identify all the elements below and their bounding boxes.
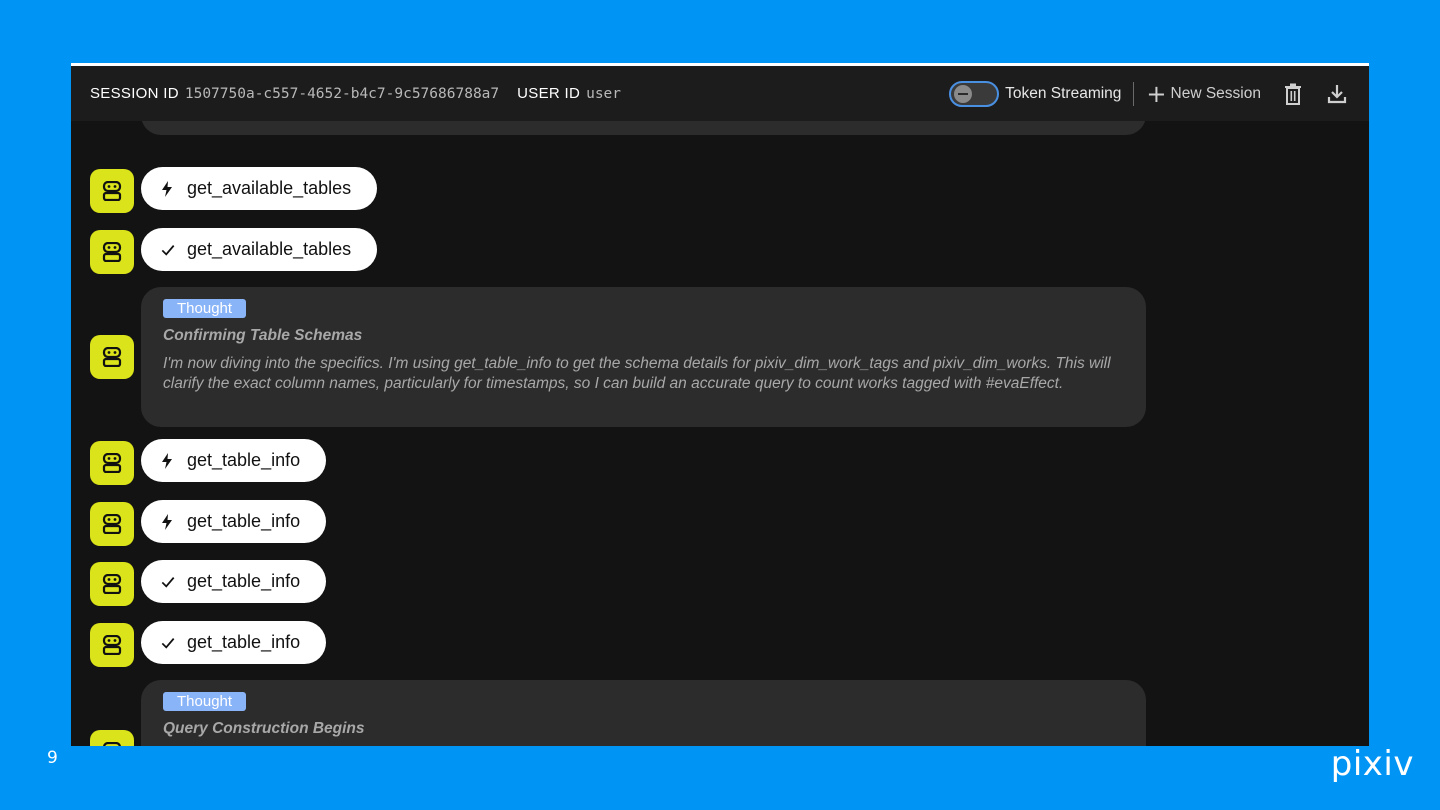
- download-icon: [1327, 84, 1347, 103]
- user-id-label: USER ID: [517, 85, 581, 102]
- bolt-icon: [161, 513, 175, 530]
- thought-body: I'm now diving into the specifics. I'm u…: [163, 355, 1111, 392]
- agent-avatar: [90, 562, 134, 606]
- bolt-icon: [161, 180, 175, 197]
- thought-title: Confirming Table Schemas: [163, 327, 363, 344]
- top-bar: SESSION ID 1507750a-c557-4652-b4c7-9c576…: [71, 66, 1369, 121]
- bolt-icon: [161, 452, 175, 469]
- agent-avatar: [90, 730, 134, 746]
- tool-call-pill[interactable]: get_available_tables: [141, 167, 378, 210]
- tool-name: get_table_info: [187, 450, 301, 470]
- slide-number: 9: [47, 748, 58, 768]
- previous-message-card: [141, 121, 1146, 135]
- robot-icon: [102, 635, 122, 655]
- token-streaming-toggle[interactable]: [949, 80, 1000, 107]
- tool-result-pill[interactable]: get_available_tables: [141, 228, 378, 271]
- tool-name: get_available_tables: [187, 239, 352, 259]
- delete-session-button[interactable]: [1281, 82, 1305, 106]
- top-bar-actions: Token Streaming + New Session: [949, 66, 1349, 121]
- tool-name: get_table_info: [187, 632, 301, 652]
- toggle-knob: [954, 84, 973, 103]
- check-icon: [161, 242, 175, 258]
- tool-result-pill[interactable]: get_table_info: [141, 560, 327, 603]
- download-button[interactable]: [1325, 82, 1349, 106]
- session-id-label: SESSION ID: [90, 85, 179, 102]
- tool-name: get_table_info: [187, 571, 301, 591]
- thought-badge: Thought: [163, 692, 247, 711]
- agent-chat-window: SESSION ID 1507750a-c557-4652-b4c7-9c576…: [71, 63, 1369, 746]
- thought-card: Thought Query Construction Begins: [141, 680, 1146, 746]
- robot-icon: [102, 181, 122, 201]
- check-icon: [161, 574, 175, 590]
- tool-call-pill[interactable]: get_table_info: [141, 439, 327, 482]
- robot-icon: [102, 453, 122, 473]
- robot-icon: [102, 347, 122, 367]
- trash-icon: [1285, 83, 1301, 105]
- robot-icon: [102, 242, 122, 262]
- agent-avatar: [90, 502, 134, 546]
- agent-avatar: [90, 441, 134, 485]
- new-session-button[interactable]: + New Session: [1146, 82, 1261, 106]
- thought-card: Thought Confirming Table Schemas I'm now…: [141, 287, 1146, 427]
- session-id-value: 1507750a-c557-4652-b4c7-9c57686788a7: [184, 85, 500, 102]
- agent-avatar: [90, 623, 134, 667]
- robot-icon: [102, 514, 122, 534]
- robot-icon: [103, 742, 121, 746]
- robot-icon: [102, 574, 122, 594]
- message-list[interactable]: get_available_tables get_available_table…: [71, 121, 1369, 746]
- tool-result-pill[interactable]: get_table_info: [141, 621, 327, 664]
- tool-name: get_table_info: [187, 511, 301, 531]
- new-session-label: New Session: [1170, 84, 1261, 102]
- thought-title: Query Construction Begins: [163, 720, 365, 737]
- tool-call-pill[interactable]: get_table_info: [141, 500, 327, 543]
- token-streaming-label: Token Streaming: [1005, 84, 1122, 102]
- agent-avatar: [90, 169, 134, 213]
- plus-icon: +: [1146, 79, 1167, 108]
- toolbar-divider: [1133, 81, 1135, 106]
- check-icon: [161, 635, 175, 651]
- agent-avatar: [90, 335, 134, 379]
- user-id-value: user: [586, 85, 622, 102]
- agent-avatar: [90, 230, 134, 274]
- tool-name: get_available_tables: [187, 178, 352, 198]
- pixiv-logo: pixiv: [1330, 744, 1414, 784]
- thought-badge: Thought: [163, 299, 247, 318]
